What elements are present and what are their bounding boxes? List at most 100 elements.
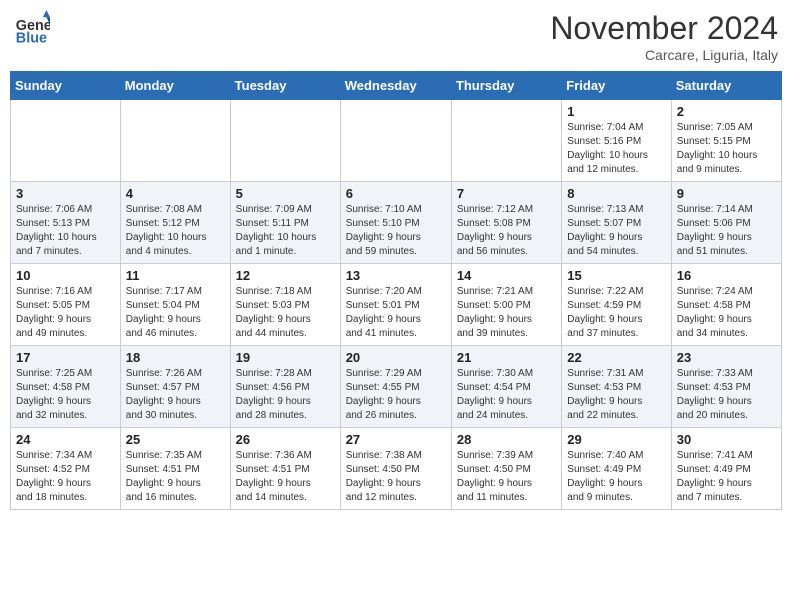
day-number: 15 (567, 268, 665, 283)
calendar-cell (230, 100, 340, 182)
calendar-cell: 21 Sunrise: 7:30 AM Sunset: 4:54 PM Dayli… (451, 346, 561, 428)
calendar-cell (120, 100, 230, 182)
calendar-cell: 28Sunrise: 7:39 AM Sunset: 4:50 PM Dayli… (451, 428, 561, 510)
day-number: 29 (567, 432, 665, 447)
day-number: 30 (677, 432, 776, 447)
day-number: 14 (457, 268, 556, 283)
day-info: Sunrise: 7:10 AM Sunset: 5:10 PM Dayligh… (346, 203, 446, 259)
day-number: 24 (16, 432, 115, 447)
calendar-cell: 17Sunrise: 7:25 AM Sunset: 4:58 PM Dayli… (11, 346, 121, 428)
day-info: Sunrise: 7:28 AM Sunset: 4:56 PM Dayligh… (236, 367, 335, 423)
calendar-cell: 26 Sunrise: 7:36 AM Sunset: 4:51 PM Dayli… (230, 428, 340, 510)
day-info: Sunrise: 7:29 AM Sunset: 4:55 PM Dayligh… (346, 367, 446, 423)
day-number: 12 (236, 268, 335, 283)
day-info: Sunrise: 7:26 AM Sunset: 4:57 PM Dayligh… (126, 367, 225, 423)
calendar-cell: 30 Sunrise: 7:41 AM Sunset: 4:49 PM Dayli… (671, 428, 781, 510)
calendar-week-4: 17Sunrise: 7:25 AM Sunset: 4:58 PM Dayli… (11, 346, 782, 428)
day-info: Sunrise: 7:34 AM Sunset: 4:52 PM Dayligh… (16, 449, 115, 505)
day-info: Sunrise: 7:13 AM Sunset: 5:07 PM Dayligh… (567, 203, 665, 259)
day-number: 16 (677, 268, 776, 283)
calendar-cell: 29 Sunrise: 7:40 AM Sunset: 4:49 PM Dayli… (562, 428, 671, 510)
page-header: General Blue November 2024 Carcare, Ligu… (10, 10, 782, 63)
calendar-cell: 24 Sunrise: 7:34 AM Sunset: 4:52 PM Dayli… (11, 428, 121, 510)
calendar-cell (451, 100, 561, 182)
calendar-cell: 22 Sunrise: 7:31 AM Sunset: 4:53 PM Dayli… (562, 346, 671, 428)
svg-text:Blue: Blue (16, 30, 47, 46)
weekday-header-saturday: Saturday (671, 72, 781, 100)
day-number: 18 (126, 350, 225, 365)
calendar-cell: 16 Sunrise: 7:24 AM Sunset: 4:58 PM Dayli… (671, 264, 781, 346)
calendar-cell: 3Sunrise: 7:06 AM Sunset: 5:13 PM Daylig… (11, 182, 121, 264)
day-number: 4 (126, 186, 225, 201)
day-info: Sunrise: 7:04 AM Sunset: 5:16 PM Dayligh… (567, 121, 665, 177)
day-number: 11 (126, 268, 225, 283)
calendar-table: SundayMondayTuesdayWednesdayThursdayFrid… (10, 71, 782, 510)
day-number: 21 (457, 350, 556, 365)
weekday-header-sunday: Sunday (11, 72, 121, 100)
calendar-cell: 23Sunrise: 7:33 AM Sunset: 4:53 PM Dayli… (671, 346, 781, 428)
day-number: 3 (16, 186, 115, 201)
calendar-cell: 10 Sunrise: 7:16 AM Sunset: 5:05 PM Dayli… (11, 264, 121, 346)
calendar-cell: 7Sunrise: 7:12 AM Sunset: 5:08 PM Daylig… (451, 182, 561, 264)
day-number: 25 (126, 432, 225, 447)
weekday-header-friday: Friday (562, 72, 671, 100)
calendar-cell: 14 Sunrise: 7:21 AM Sunset: 5:00 PM Dayli… (451, 264, 561, 346)
day-number: 20 (346, 350, 446, 365)
calendar-week-2: 3Sunrise: 7:06 AM Sunset: 5:13 PM Daylig… (11, 182, 782, 264)
day-info: Sunrise: 7:40 AM Sunset: 4:49 PM Dayligh… (567, 449, 665, 505)
day-info: Sunrise: 7:25 AM Sunset: 4:58 PM Dayligh… (16, 367, 115, 423)
day-number: 8 (567, 186, 665, 201)
day-info: Sunrise: 7:31 AM Sunset: 4:53 PM Dayligh… (567, 367, 665, 423)
month-title: November 2024 (550, 10, 778, 47)
title-block: November 2024 Carcare, Liguria, Italy (550, 10, 778, 63)
day-info: Sunrise: 7:24 AM Sunset: 4:58 PM Dayligh… (677, 285, 776, 341)
day-info: Sunrise: 7:17 AM Sunset: 5:04 PM Dayligh… (126, 285, 225, 341)
weekday-header-tuesday: Tuesday (230, 72, 340, 100)
calendar-cell: 15 Sunrise: 7:22 AM Sunset: 4:59 PM Dayli… (562, 264, 671, 346)
day-number: 10 (16, 268, 115, 283)
day-number: 5 (236, 186, 335, 201)
day-number: 13 (346, 268, 446, 283)
calendar-cell (340, 100, 451, 182)
day-number: 26 (236, 432, 335, 447)
location: Carcare, Liguria, Italy (550, 47, 778, 63)
calendar-cell: 13 Sunrise: 7:20 AM Sunset: 5:01 PM Dayli… (340, 264, 451, 346)
calendar-cell: 19 Sunrise: 7:28 AM Sunset: 4:56 PM Dayli… (230, 346, 340, 428)
day-number: 23 (677, 350, 776, 365)
calendar-cell: 1Sunrise: 7:04 AM Sunset: 5:16 PM Daylig… (562, 100, 671, 182)
logo-icon: General Blue (14, 10, 50, 46)
calendar-week-1: 1Sunrise: 7:04 AM Sunset: 5:16 PM Daylig… (11, 100, 782, 182)
day-number: 19 (236, 350, 335, 365)
day-info: Sunrise: 7:16 AM Sunset: 5:05 PM Dayligh… (16, 285, 115, 341)
day-info: Sunrise: 7:20 AM Sunset: 5:01 PM Dayligh… (346, 285, 446, 341)
day-info: Sunrise: 7:41 AM Sunset: 4:49 PM Dayligh… (677, 449, 776, 505)
day-number: 6 (346, 186, 446, 201)
day-info: Sunrise: 7:09 AM Sunset: 5:11 PM Dayligh… (236, 203, 335, 259)
calendar-cell (11, 100, 121, 182)
calendar-cell: 4 Sunrise: 7:08 AM Sunset: 5:12 PM Daylig… (120, 182, 230, 264)
day-info: Sunrise: 7:36 AM Sunset: 4:51 PM Dayligh… (236, 449, 335, 505)
day-info: Sunrise: 7:12 AM Sunset: 5:08 PM Dayligh… (457, 203, 556, 259)
day-info: Sunrise: 7:22 AM Sunset: 4:59 PM Dayligh… (567, 285, 665, 341)
calendar-cell: 2 Sunrise: 7:05 AM Sunset: 5:15 PM Daylig… (671, 100, 781, 182)
day-info: Sunrise: 7:05 AM Sunset: 5:15 PM Dayligh… (677, 121, 776, 177)
day-info: Sunrise: 7:30 AM Sunset: 4:54 PM Dayligh… (457, 367, 556, 423)
day-info: Sunrise: 7:21 AM Sunset: 5:00 PM Dayligh… (457, 285, 556, 341)
calendar-cell: 6 Sunrise: 7:10 AM Sunset: 5:10 PM Daylig… (340, 182, 451, 264)
day-number: 22 (567, 350, 665, 365)
calendar-week-3: 10 Sunrise: 7:16 AM Sunset: 5:05 PM Dayli… (11, 264, 782, 346)
day-info: Sunrise: 7:08 AM Sunset: 5:12 PM Dayligh… (126, 203, 225, 259)
day-info: Sunrise: 7:14 AM Sunset: 5:06 PM Dayligh… (677, 203, 776, 259)
calendar-cell: 12Sunrise: 7:18 AM Sunset: 5:03 PM Dayli… (230, 264, 340, 346)
day-info: Sunrise: 7:39 AM Sunset: 4:50 PM Dayligh… (457, 449, 556, 505)
day-number: 27 (346, 432, 446, 447)
calendar-cell: 20 Sunrise: 7:29 AM Sunset: 4:55 PM Dayli… (340, 346, 451, 428)
day-number: 2 (677, 104, 776, 119)
calendar-cell: 18 Sunrise: 7:26 AM Sunset: 4:57 PM Dayli… (120, 346, 230, 428)
calendar-cell: 5 Sunrise: 7:09 AM Sunset: 5:11 PM Daylig… (230, 182, 340, 264)
calendar-cell: 8 Sunrise: 7:13 AM Sunset: 5:07 PM Daylig… (562, 182, 671, 264)
calendar-cell: 27Sunrise: 7:38 AM Sunset: 4:50 PM Dayli… (340, 428, 451, 510)
day-info: Sunrise: 7:35 AM Sunset: 4:51 PM Dayligh… (126, 449, 225, 505)
day-number: 9 (677, 186, 776, 201)
weekday-header-monday: Monday (120, 72, 230, 100)
